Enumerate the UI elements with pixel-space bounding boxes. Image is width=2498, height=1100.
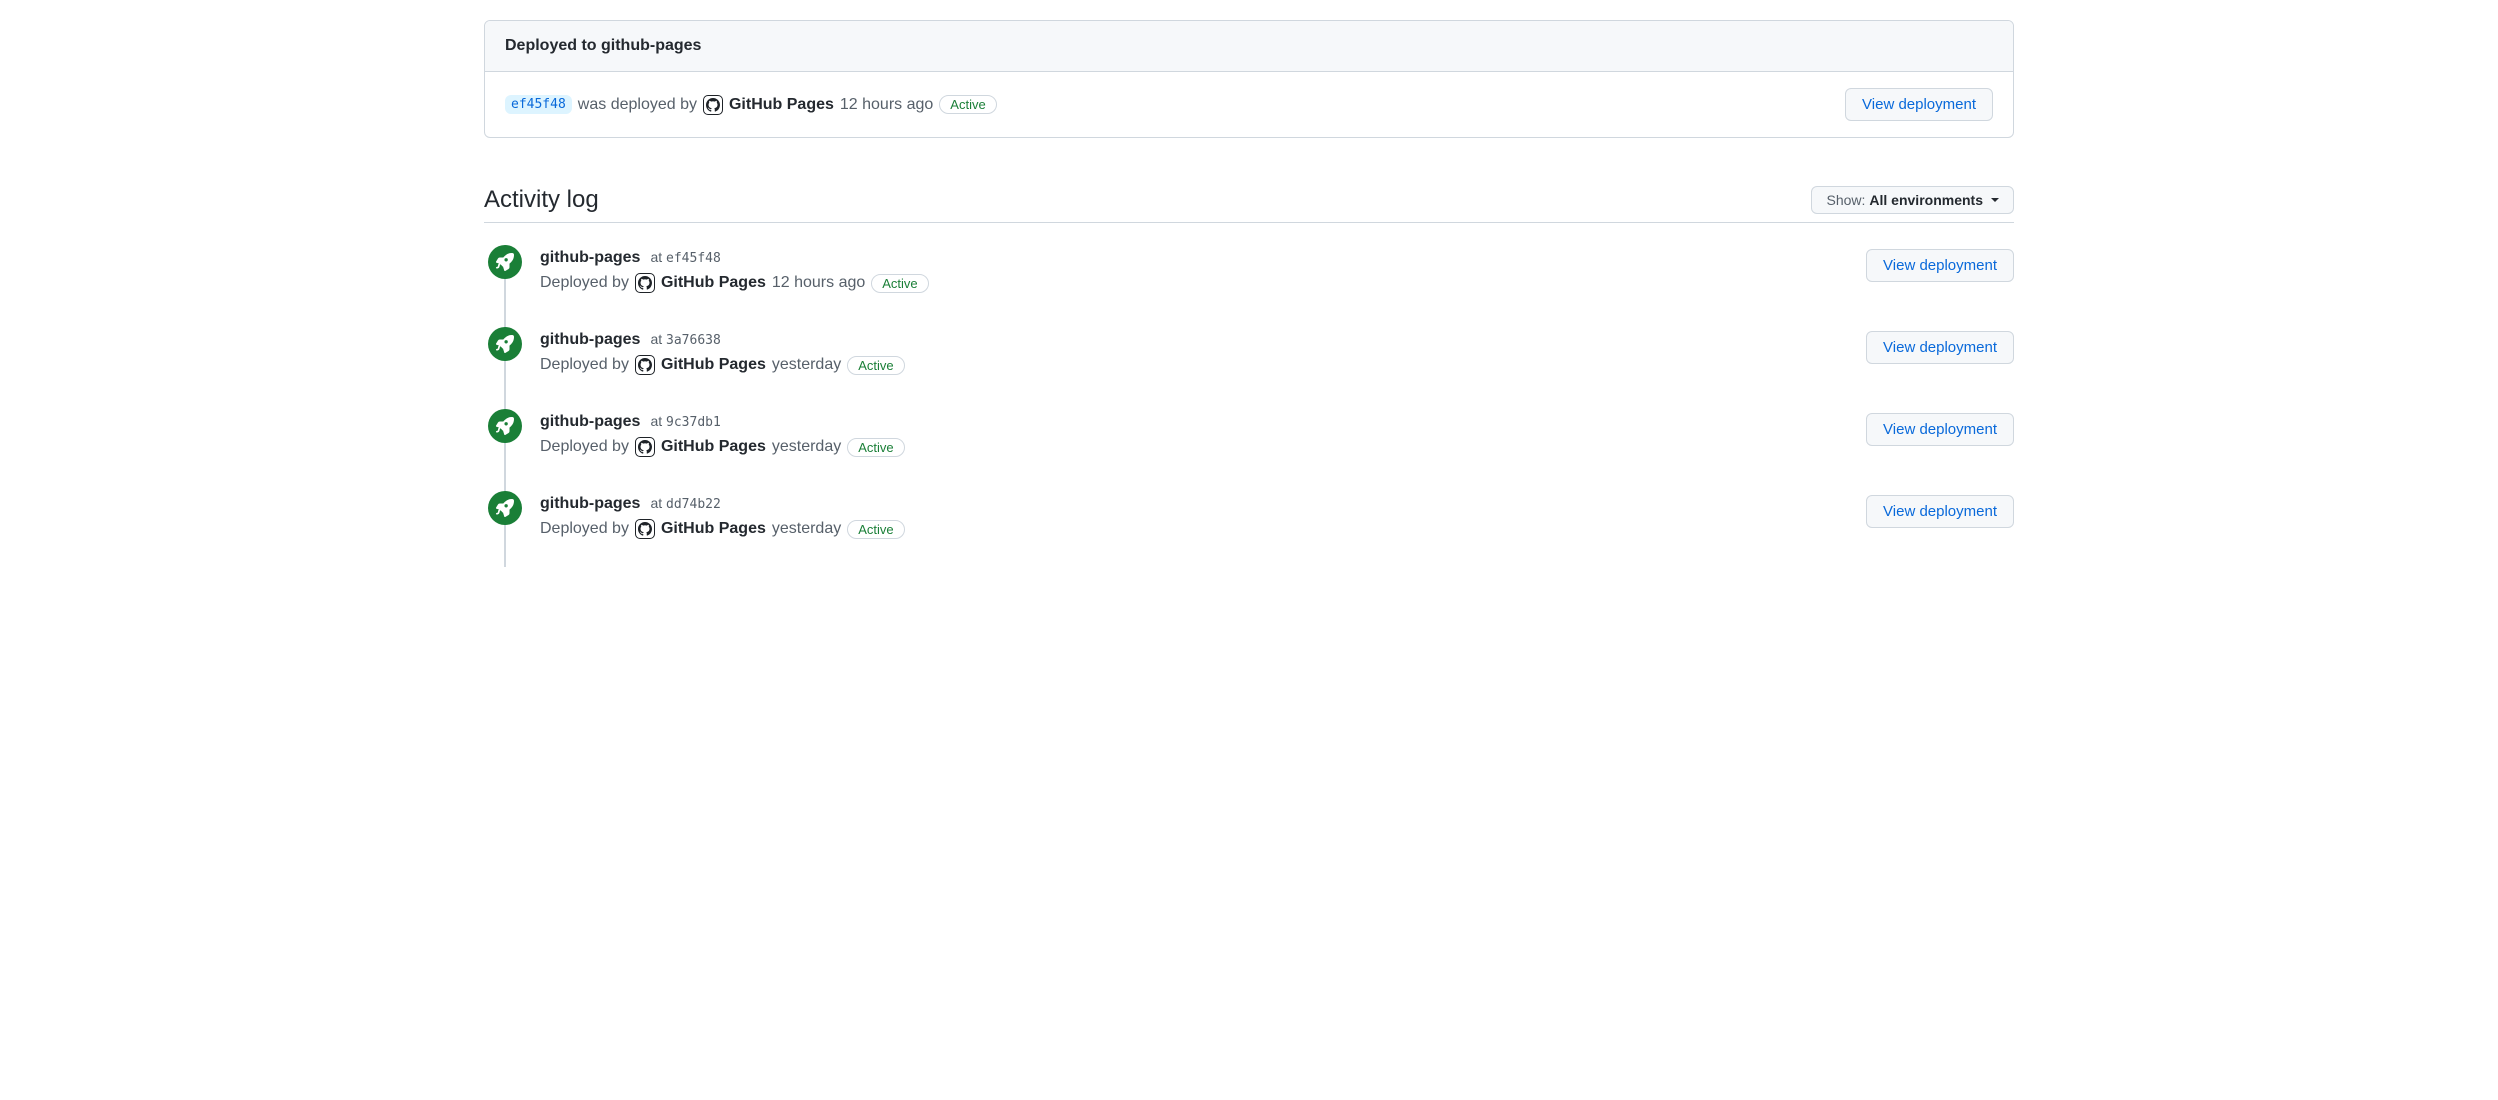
activity-log-header: Activity log Show: All environments — [484, 186, 2014, 223]
view-deployment-button[interactable]: View deployment — [1845, 88, 1993, 121]
commit-hash[interactable]: 9c37db1 — [666, 415, 721, 430]
github-avatar-icon — [635, 355, 655, 375]
commit-hash[interactable]: dd74b22 — [666, 497, 721, 512]
at-commit-text: at 3a76638 — [650, 331, 720, 348]
environment-filter-button[interactable]: Show: All environments — [1811, 186, 2014, 214]
status-badge: Active — [847, 520, 904, 539]
at-commit-text: at ef45f48 — [650, 249, 720, 266]
timeline-item: github-pages at dd74b22 Deployed by GitHub … — [484, 485, 2014, 567]
commit-hash[interactable]: 3a76638 — [666, 333, 721, 348]
deployment-time: yesterday — [772, 520, 841, 538]
at-commit-text: at 9c37db1 — [650, 413, 720, 430]
deployed-by-label: Deployed by — [540, 356, 629, 374]
timeline-item: github-pages at ef45f48 Deployed by GitHub … — [484, 239, 2014, 321]
commit-hash[interactable]: ef45f48 — [666, 251, 721, 266]
rocket-icon — [488, 245, 522, 279]
deployment-author[interactable]: GitHub Pages — [729, 96, 834, 114]
deployment-author[interactable]: GitHub Pages — [661, 356, 766, 374]
environment-link[interactable]: github-pages — [540, 331, 640, 349]
caret-down-icon — [1991, 198, 1999, 202]
activity-timeline: github-pages at ef45f48 Deployed by GitHub … — [484, 223, 2014, 567]
status-badge: Active — [939, 95, 996, 114]
filter-label: Show: — [1826, 192, 1865, 208]
rocket-icon — [488, 491, 522, 525]
rocket-icon — [488, 409, 522, 443]
deployment-time: yesterday — [772, 356, 841, 374]
deployment-author[interactable]: GitHub Pages — [661, 274, 766, 292]
timeline-item: github-pages at 9c37db1 Deployed by GitHub … — [484, 403, 2014, 485]
view-deployment-button[interactable]: View deployment — [1866, 331, 2014, 364]
deployment-summary: ef45f48 was deployed by GitHub Pages 12 … — [505, 95, 997, 115]
deployment-time: 12 hours ago — [840, 96, 933, 114]
status-badge: Active — [871, 274, 928, 293]
deployment-card-header: Deployed to github-pages — [485, 21, 2013, 72]
view-deployment-button[interactable]: View deployment — [1866, 413, 2014, 446]
commit-hash-link[interactable]: ef45f48 — [505, 95, 572, 114]
github-avatar-icon — [635, 519, 655, 539]
view-deployment-button[interactable]: View deployment — [1866, 249, 2014, 282]
deployed-by-label: Deployed by — [540, 520, 629, 538]
activity-log-title: Activity log — [484, 186, 599, 214]
environment-link[interactable]: github-pages — [540, 413, 640, 431]
at-commit-text: at dd74b22 — [650, 495, 720, 512]
deployment-time: yesterday — [772, 438, 841, 456]
environment-link[interactable]: github-pages — [540, 495, 640, 513]
deployment-author[interactable]: GitHub Pages — [661, 438, 766, 456]
github-avatar-icon — [703, 95, 723, 115]
view-deployment-button[interactable]: View deployment — [1866, 495, 2014, 528]
environment-link[interactable]: github-pages — [540, 249, 640, 267]
status-badge: Active — [847, 356, 904, 375]
deployment-card: Deployed to github-pages ef45f48 was dep… — [484, 20, 2014, 138]
timeline-item: github-pages at 3a76638 Deployed by GitHub … — [484, 321, 2014, 403]
filter-value: All environments — [1869, 192, 1983, 208]
deployment-time: 12 hours ago — [772, 274, 865, 292]
github-avatar-icon — [635, 437, 655, 457]
deployed-by-label: Deployed by — [540, 438, 629, 456]
status-badge: Active — [847, 438, 904, 457]
deployed-by-label: Deployed by — [540, 274, 629, 292]
deployment-author[interactable]: GitHub Pages — [661, 520, 766, 538]
rocket-icon — [488, 327, 522, 361]
github-avatar-icon — [635, 273, 655, 293]
deployed-by-text: was deployed by — [578, 96, 697, 114]
